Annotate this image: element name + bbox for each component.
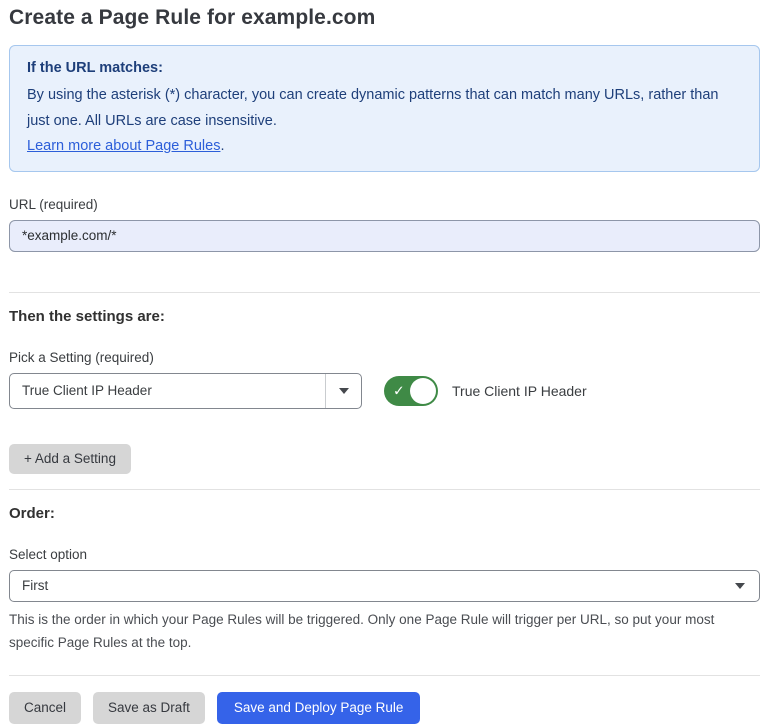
check-icon: ✓ xyxy=(393,383,405,397)
settings-section-heading: Then the settings are: xyxy=(9,308,760,325)
setting-select[interactable]: True Client IP Header xyxy=(9,373,362,409)
toggle-label: True Client IP Header xyxy=(452,383,587,399)
page-title: Create a Page Rule for example.com xyxy=(9,6,760,30)
learn-more-link[interactable]: Learn more about Page Rules xyxy=(27,138,220,154)
create-page-rule-form: Create a Page Rule for example.com If th… xyxy=(0,0,769,724)
order-section-heading: Order: xyxy=(9,505,760,522)
url-field-label: URL (required) xyxy=(9,197,760,212)
order-select-arrow xyxy=(735,583,759,589)
setting-select-arrow-cell[interactable] xyxy=(325,374,361,408)
section-divider xyxy=(9,292,760,293)
setting-select-value: True Client IP Header xyxy=(10,383,325,398)
toggle-knob xyxy=(410,378,436,404)
footer-divider xyxy=(9,675,760,676)
setting-row: True Client IP Header ✓ True Client IP H… xyxy=(9,373,760,409)
setting-toggle[interactable]: ✓ xyxy=(384,376,438,406)
order-help-text: This is the order in which your Page Rul… xyxy=(9,609,749,655)
url-match-info-box: If the URL matches: By using the asteris… xyxy=(9,45,760,172)
info-box-heading: If the URL matches: xyxy=(27,57,742,80)
chevron-down-icon xyxy=(339,388,349,394)
link-suffix-text: . xyxy=(220,138,224,154)
order-select-label: Select option xyxy=(9,547,760,562)
info-box-body: By using the asterisk (*) character, you… xyxy=(27,83,742,134)
section-divider xyxy=(9,489,760,490)
url-input[interactable] xyxy=(9,220,760,252)
order-select-value: First xyxy=(10,578,735,593)
chevron-down-icon xyxy=(735,583,745,589)
add-setting-button[interactable]: + Add a Setting xyxy=(9,444,131,474)
info-box-link-line: Learn more about Page Rules. xyxy=(27,136,742,158)
pick-setting-label: Pick a Setting (required) xyxy=(9,350,760,365)
order-select[interactable]: First xyxy=(9,570,760,602)
